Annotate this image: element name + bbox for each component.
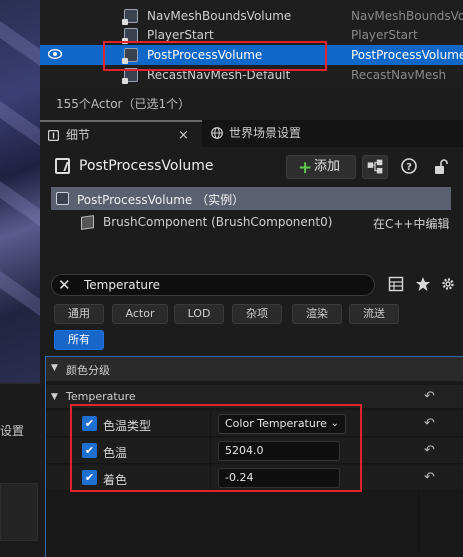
property-row-white-temp: ✔ 色温 5204.0 ↶ [46, 438, 463, 464]
filter-misc[interactable]: 杂项 [232, 304, 282, 324]
actor-icon [122, 9, 138, 25]
tab-world-settings[interactable]: 世界场景设置 [203, 120, 353, 147]
component-row-root[interactable]: PostProcessVolume （实例） [51, 187, 451, 210]
svg-text:?: ? [406, 162, 412, 173]
property-label: 色温类型 [103, 419, 152, 433]
tab-details-label: 细节 [66, 128, 91, 142]
property-label: 色温 [103, 446, 128, 460]
component-row-brush[interactable]: BrushComponent (BrushComponent0) 在C++中编辑 [51, 211, 451, 234]
override-checkbox[interactable]: ✔ [82, 470, 97, 485]
white-tint-input[interactable]: -0.24 [218, 468, 340, 488]
right-panel: NavMeshBoundsVolume NavMeshBoundsVolume … [40, 0, 463, 557]
tab-details[interactable]: 细节 × [40, 120, 202, 147]
outliner-row[interactable]: RecastNavMesh-Default RecastNavMesh [40, 65, 463, 85]
outliner-list: NavMeshBoundsVolume NavMeshBoundsVolume … [40, 0, 463, 88]
component-root-label: PostProcessVolume （实例） [77, 193, 245, 207]
category-color-grading[interactable]: ▼ 颜色分级 [46, 357, 463, 381]
outliner-row-type: PlayerStart [351, 28, 418, 42]
filter-all[interactable]: 所有 [54, 330, 104, 350]
property-panel: ▼ 颜色分级 ▼ Temperature ↶ ✔ 色温类型 Color Temp… [45, 356, 463, 557]
left-panel-box [0, 483, 38, 541]
star-icon[interactable] [415, 276, 431, 292]
expand-arrow-icon: ▼ [51, 363, 58, 373]
level-viewport[interactable] [0, 0, 40, 383]
filter-lod[interactable]: LOD [174, 304, 224, 324]
reset-to-default-icon[interactable]: ↶ [424, 416, 435, 431]
outliner-row-name: NavMeshBoundsVolume [147, 9, 292, 23]
tab-bar: 细节 × 世界场景设置 [40, 120, 463, 147]
outliner-row-type: NavMeshBoundsVolume [351, 9, 463, 23]
plus-icon: + [298, 158, 313, 178]
category-label: 颜色分级 [66, 364, 110, 377]
actor-name-title: PostProcessVolume [79, 158, 214, 174]
gear-icon[interactable] [440, 276, 456, 292]
outliner-row[interactable]: PlayerStart PlayerStart [40, 25, 463, 45]
details-tab-icon [48, 130, 59, 141]
actor-instance-icon [56, 192, 69, 205]
blueprint-icon [367, 159, 383, 174]
add-button-label: 添加 [314, 159, 341, 174]
override-checkbox[interactable]: ✔ [82, 443, 97, 458]
dropdown-value: Color Temperature [225, 417, 327, 430]
property-label: 着色 [103, 473, 128, 487]
cube-icon [81, 215, 94, 230]
globe-icon [211, 127, 223, 139]
left-panel: 设置 [0, 383, 40, 557]
white-temp-input[interactable]: 5204.0 [218, 441, 340, 461]
settings-label: 设置 [0, 424, 25, 438]
clear-search-icon[interactable]: ✕ [58, 276, 71, 294]
reset-to-default-icon[interactable]: ↶ [424, 443, 435, 458]
add-component-button[interactable]: + 添加 [286, 155, 356, 179]
outliner-row-name: RecastNavMesh-Default [147, 68, 291, 82]
actor-icon [122, 28, 138, 44]
close-icon[interactable]: × [178, 122, 189, 149]
filter-streaming[interactable]: 流送 [349, 304, 399, 324]
reset-to-default-icon[interactable]: ↶ [424, 389, 435, 404]
column-divider [210, 411, 211, 437]
visibility-eye-icon[interactable] [48, 49, 62, 59]
outliner-row-name: PlayerStart [147, 28, 214, 42]
property-row-white-tint: ✔ 着色 -0.24 ↶ [46, 465, 463, 491]
search-input[interactable] [84, 277, 364, 293]
lock-button[interactable] [426, 155, 452, 179]
filter-rendering[interactable]: 渲染 [292, 304, 342, 324]
unlock-icon [435, 159, 448, 174]
component-brush-label: BrushComponent (BrushComponent0) [103, 215, 333, 229]
table-icon[interactable] [388, 276, 404, 292]
actor-count-status: 155个Actor（已选1个） [56, 97, 191, 111]
actor-icon [122, 68, 138, 84]
reset-to-default-icon[interactable]: ↶ [424, 470, 435, 485]
override-checkbox[interactable]: ✔ [82, 416, 97, 431]
help-button[interactable]: ? [396, 155, 422, 179]
subcategory-temperature[interactable]: ▼ Temperature ↶ [46, 385, 463, 409]
outliner-row[interactable]: NavMeshBoundsVolume NavMeshBoundsVolume [40, 6, 463, 26]
subcategory-label: Temperature [66, 390, 136, 403]
filter-general[interactable]: 通用 [54, 304, 104, 324]
blueprint-button[interactable] [362, 155, 388, 179]
filter-actor[interactable]: Actor [112, 304, 168, 324]
expand-arrow-icon: ▼ [51, 392, 58, 402]
edit-in-cpp-link[interactable]: 在C++中编辑 [373, 215, 450, 232]
actor-icon [122, 48, 138, 64]
outliner-row-name: PostProcessVolume [147, 48, 263, 62]
outliner-row-type: RecastNavMesh [351, 68, 447, 82]
tab-world-settings-label: 世界场景设置 [229, 126, 302, 140]
actor-type-icon [55, 158, 70, 174]
column-divider [210, 465, 211, 491]
help-icon: ? [401, 158, 417, 174]
chevron-down-icon: ⌄ [330, 418, 339, 429]
column-divider [210, 438, 211, 464]
temperature-type-dropdown[interactable]: Color Temperature ⌄ [218, 414, 346, 434]
property-row-temperature-type: ✔ 色温类型 Color Temperature ⌄ ↶ [46, 411, 463, 437]
outliner-row-selected[interactable]: PostProcessVolume PostProcessVolume [40, 45, 463, 65]
outliner-row-type: PostProcessVolume [351, 48, 463, 62]
property-search: ✕ [51, 274, 375, 296]
